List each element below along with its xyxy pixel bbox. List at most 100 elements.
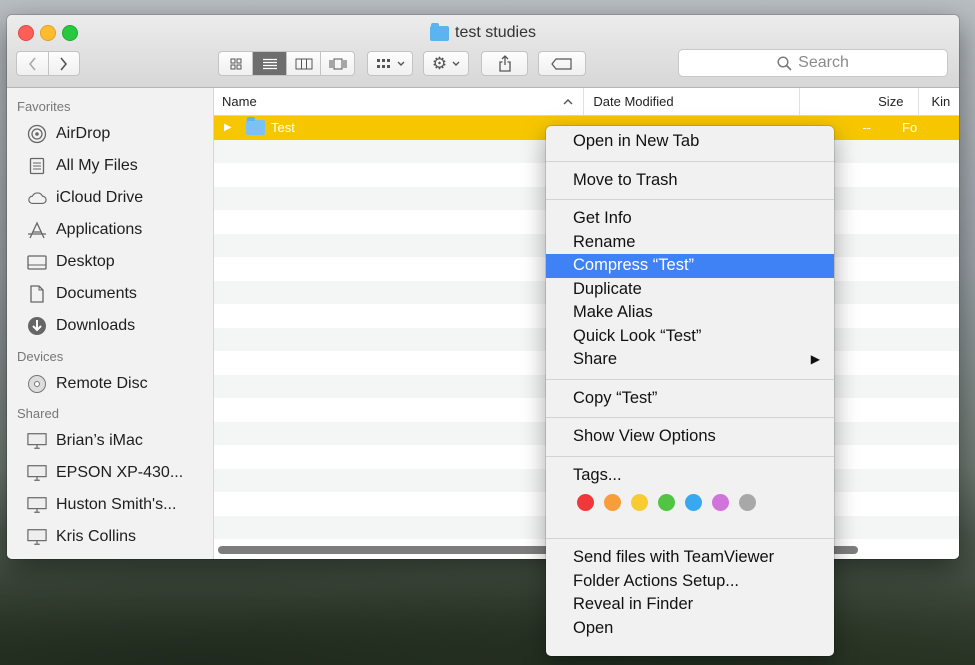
menu-item-compress[interactable]: Compress “Test” <box>546 254 834 278</box>
coverflow-view-button[interactable] <box>321 52 354 75</box>
sidebar-item-epson[interactable]: EPSON XP-430... <box>7 457 213 489</box>
file-name: Test <box>271 120 295 136</box>
chevron-down-icon <box>452 61 460 66</box>
sidebar-item-label: Desktop <box>56 253 115 270</box>
column-header: Name Date Modified Size Kin <box>214 88 959 116</box>
search-icon <box>777 55 792 71</box>
menu-separator <box>546 378 834 380</box>
list-icon <box>262 58 277 69</box>
sidebar-item-icloud-drive[interactable]: iCloud Drive <box>7 182 213 214</box>
sidebar-item-label: iCloud Drive <box>56 189 144 206</box>
sidebar-item-label: All My Files <box>56 157 138 174</box>
menu-item-share[interactable]: Share ▶ <box>546 348 834 372</box>
cloud-icon <box>27 189 47 207</box>
back-button[interactable] <box>17 52 49 75</box>
sort-ascending-icon <box>563 99 573 105</box>
sidebar-item-label: EPSON XP-430... <box>56 464 184 481</box>
column-name-label: Name <box>222 94 257 109</box>
tags-button[interactable] <box>538 51 586 76</box>
chevron-down-icon <box>397 61 404 66</box>
tag-blue[interactable] <box>685 493 702 511</box>
monitor-icon <box>27 432 47 450</box>
window-title-text: test studies <box>455 24 536 41</box>
menu-item-open[interactable]: Open <box>546 617 834 641</box>
tag-gray[interactable] <box>739 493 756 511</box>
sidebar-item-label: Applications <box>56 221 143 238</box>
sidebar: Favorites AirDrop All My Files iCloud Dr… <box>7 88 214 559</box>
search-field[interactable]: Search <box>678 49 948 77</box>
menu-item-move-to-trash[interactable]: Move to Trash <box>546 169 834 193</box>
menu-separator <box>546 199 834 200</box>
all-files-icon <box>27 157 47 175</box>
sidebar-item-documents[interactable]: Documents <box>7 278 213 310</box>
share-button[interactable] <box>481 51 528 76</box>
column-size-header[interactable]: Size <box>800 88 920 115</box>
column-kind-header[interactable]: Kin <box>919 88 959 115</box>
share-icon <box>498 55 511 72</box>
folder-icon <box>430 22 450 41</box>
menu-separator <box>546 455 834 457</box>
arrange-icon <box>376 58 390 68</box>
menu-item-reveal-in-finder[interactable]: Reveal in Finder <box>546 593 834 617</box>
list-view-button[interactable] <box>253 52 287 75</box>
sidebar-item-label: Kris Collins <box>56 528 137 545</box>
column-kind-label: Kin <box>931 94 951 109</box>
tag-yellow[interactable] <box>631 493 648 511</box>
monitor-icon <box>27 464 47 482</box>
coverflow-icon <box>329 58 346 69</box>
tag-red[interactable] <box>577 493 594 511</box>
sidebar-section-devices: Devices <box>17 349 64 364</box>
arrange-button[interactable] <box>367 51 413 76</box>
titlebar: test studies ⚙ Search <box>7 15 959 88</box>
context-menu: Open in New Tab Move to Trash Get Info R… <box>546 126 834 656</box>
menu-separator <box>546 160 834 162</box>
menu-separator <box>546 417 834 418</box>
folder-icon <box>246 117 265 136</box>
view-mode-control <box>218 51 355 76</box>
column-view-button[interactable] <box>287 52 321 75</box>
sidebar-item-downloads[interactable]: Downloads <box>7 310 213 342</box>
chevron-right-icon <box>60 56 68 71</box>
sidebar-item-all-my-files[interactable]: All My Files <box>7 150 213 182</box>
monitor-icon <box>27 528 47 546</box>
menu-item-folder-actions-setup[interactable]: Folder Actions Setup... <box>546 570 834 594</box>
sidebar-item-desktop[interactable]: Desktop <box>7 246 213 278</box>
column-size-label: Size <box>878 94 904 109</box>
menu-item-open-in-new-tab[interactable]: Open in New Tab <box>546 130 834 154</box>
sidebar-item-remote-disc[interactable]: Remote Disc <box>7 368 213 400</box>
forward-button[interactable] <box>49 52 80 75</box>
chevron-left-icon <box>28 56 36 71</box>
menu-item-rename[interactable]: Rename <box>546 231 834 255</box>
gear-icon: ⚙ <box>431 53 448 73</box>
sidebar-item-applications[interactable]: Applications <box>7 214 213 246</box>
sidebar-item-label: Documents <box>56 285 137 302</box>
submenu-arrow-icon: ▶ <box>810 352 820 366</box>
menu-item-send-teamviewer[interactable]: Send files with TeamViewer <box>546 546 834 570</box>
disclosure-triangle-icon[interactable]: ▶ <box>214 122 246 133</box>
tag-purple[interactable] <box>712 493 729 511</box>
menu-item-get-info[interactable]: Get Info <box>546 207 834 231</box>
sidebar-item-brians-imac[interactable]: Brian’s iMac <box>7 425 213 457</box>
column-date-header[interactable]: Date Modified <box>584 88 801 115</box>
column-name-header[interactable]: Name <box>214 88 585 115</box>
sidebar-item-airdrop[interactable]: AirDrop <box>7 118 213 150</box>
menu-item-copy[interactable]: Copy “Test” <box>546 387 834 411</box>
sidebar-item-kris-collins[interactable]: Kris Collins <box>7 521 213 553</box>
menu-item-make-alias[interactable]: Make Alias <box>546 301 834 325</box>
menu-item-tags[interactable]: Tags... <box>546 464 834 488</box>
sidebar-section-shared: Shared <box>17 406 59 421</box>
columns-icon <box>295 58 312 69</box>
grid-icon <box>230 58 241 69</box>
disc-icon <box>27 375 47 393</box>
column-date-label: Date Modified <box>593 94 674 109</box>
sidebar-section-favorites: Favorites <box>17 99 71 114</box>
menu-item-quick-look[interactable]: Quick Look “Test” <box>546 325 834 349</box>
icon-view-button[interactable] <box>219 52 253 75</box>
menu-item-duplicate[interactable]: Duplicate <box>546 278 834 302</box>
menu-item-show-view-options[interactable]: Show View Options <box>546 425 834 449</box>
sidebar-item-huston-smith[interactable]: Huston Smith's... <box>7 489 213 521</box>
action-button[interactable]: ⚙ <box>423 51 469 76</box>
tag-orange[interactable] <box>604 493 621 511</box>
applications-icon <box>27 221 47 239</box>
tag-green[interactable] <box>658 493 675 511</box>
